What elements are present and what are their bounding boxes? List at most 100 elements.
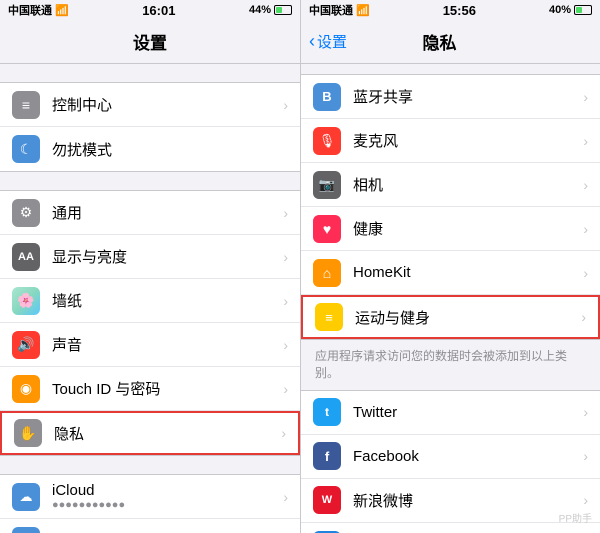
twitter-item[interactable]: t Twitter › [301,391,600,435]
right-status-left: 中国联通 📶 [309,2,370,18]
right-status-right: 40% [549,4,592,16]
right-battery-icon [574,5,592,15]
right-nav-bar: ‹ 设置 隐私 [301,20,600,64]
appstore-icon: A [12,527,40,533]
bluetooth-item[interactable]: B 蓝牙共享 › [301,75,600,119]
camera-item[interactable]: 📷 相机 › [301,163,600,207]
twitter-label: Twitter [353,404,583,421]
left-battery-icon [274,5,292,15]
health-item[interactable]: ♥ 健康 › [301,207,600,251]
right-status-bar: 中国联通 📶 15:56 40% [301,0,600,20]
sounds-label: 声音 [52,334,283,355]
weibo-item[interactable]: W 新浪微博 › [301,479,600,523]
section-2: ⚙ 通用 › AA 显示与亮度 › 🌸 墙纸 › [0,190,300,456]
sounds-icon: 🔊 [12,331,40,359]
wallpaper-chevron: › [283,293,288,309]
right-time: 15:56 [443,3,476,18]
display-chevron: › [283,249,288,265]
icloud-item[interactable]: ☁ iCloud ●●●●●●●●●●● › [0,475,300,519]
do-not-disturb-label: 勿扰模式 [52,139,288,160]
touchid-chevron: › [283,381,288,397]
health-chevron: › [583,221,588,237]
homekit-item[interactable]: ⌂ HomeKit › [301,251,600,295]
right-panel: 中国联通 📶 15:56 40% ‹ 设置 隐私 B 蓝牙共享 [300,0,600,533]
privacy-item[interactable]: ✋ 隐私 › [0,411,300,455]
right-wifi-icon: 📶 [356,4,370,17]
touchid-icon: ◉ [12,375,40,403]
microphone-label: 麦克风 [353,130,583,151]
left-wifi-icon: 📶 [55,4,69,17]
do-not-disturb-item[interactable]: ☾ 勿扰模式 [0,127,300,171]
general-label: 通用 [52,202,283,223]
control-center-label: 控制中心 [52,94,283,115]
camera-label: 相机 [353,174,583,195]
right-carrier: 中国联通 [309,2,353,18]
health-label: 健康 [353,218,583,239]
wallpaper-item[interactable]: 🌸 墙纸 › [0,279,300,323]
appstore-item[interactable]: A iTunes Store 与 App Store › [0,519,300,533]
facebook-item[interactable]: f Facebook › [301,435,600,479]
display-item[interactable]: AA 显示与亮度 › [0,235,300,279]
section-gap-3 [0,456,300,474]
section-gap-1 [0,64,300,82]
facebook-icon: f [313,442,341,470]
microphone-item[interactable]: 🎙 麦克风 › [301,119,600,163]
bluetooth-label: 蓝牙共享 [353,86,583,107]
display-icon: AA [12,243,40,271]
left-panel: 中国联通 📶 16:01 44% 设置 ≡ 控制中心 › [0,0,300,533]
touchid-label: Touch ID 与密码 [52,378,283,399]
fitness-chevron: › [581,309,586,325]
sounds-item[interactable]: 🔊 声音 › [0,323,300,367]
camera-icon: 📷 [313,171,341,199]
facebook-chevron: › [583,448,588,464]
fitness-item[interactable]: ≡ 运动与健身 › [301,295,600,339]
fitness-label: 运动与健身 [355,307,581,328]
bluetooth-icon: B [313,83,341,111]
left-status-right: 44% [249,4,292,16]
left-status-bar: 中国联通 📶 16:01 44% [0,0,300,20]
do-not-disturb-icon: ☾ [12,135,40,163]
touchid-item[interactable]: ◉ Touch ID 与密码 › [0,367,300,411]
control-center-icon: ≡ [12,91,40,119]
microphone-icon: 🎙 [313,127,341,155]
privacy-icon: ✋ [14,419,42,447]
right-section-gap-1 [301,64,600,74]
weibo-label: 新浪微博 [353,490,583,511]
left-nav-bar: 设置 [0,20,300,64]
homekit-chevron: › [583,265,588,281]
camera-chevron: › [583,177,588,193]
left-time: 16:01 [142,3,175,18]
left-nav-title: 设置 [133,29,167,54]
general-item[interactable]: ⚙ 通用 › [0,191,300,235]
general-icon: ⚙ [12,199,40,227]
left-status-left: 中国联通 📶 [8,2,69,18]
control-center-chevron: › [283,97,288,113]
left-settings-list: ≡ 控制中心 › ☾ 勿扰模式 ⚙ 通用 › [0,64,300,533]
icloud-subtitle: ●●●●●●●●●●● [52,499,283,511]
section-gap-2 [0,172,300,190]
facebook-label: Facebook [353,448,583,465]
display-label: 显示与亮度 [52,246,283,267]
homekit-icon: ⌂ [313,259,341,287]
sounds-chevron: › [283,337,288,353]
back-label: 设置 [317,31,347,52]
privacy-chevron: › [281,425,286,441]
section-1: ≡ 控制中心 › ☾ 勿扰模式 [0,82,300,172]
fitness-icon: ≡ [315,303,343,331]
back-chevron-icon: ‹ [309,31,315,52]
privacy-label: 隐私 [54,423,281,444]
wallpaper-icon: 🌸 [12,287,40,315]
health-icon: ♥ [313,215,341,243]
twitter-chevron: › [583,404,588,420]
left-carrier: 中国联通 [8,2,52,18]
privacy-info-text: 应用程序请求访问您的数据时会被添加到以上类别。 [301,340,600,390]
right-bottom-group: t Twitter › f Facebook › W 新浪微博 › [301,390,600,533]
right-nav-title: 隐私 [347,29,532,54]
right-list: B 蓝牙共享 › 🎙 麦克风 › 📷 相机 › [301,64,600,533]
back-button[interactable]: ‹ 设置 [309,31,347,52]
wallpaper-label: 墙纸 [52,290,283,311]
right-top-group: B 蓝牙共享 › 🎙 麦克风 › 📷 相机 › [301,74,600,340]
control-center-item[interactable]: ≡ 控制中心 › [0,83,300,127]
bluetooth-chevron: › [583,89,588,105]
tencent-item[interactable]: T 腾讯微博 › [301,523,600,533]
